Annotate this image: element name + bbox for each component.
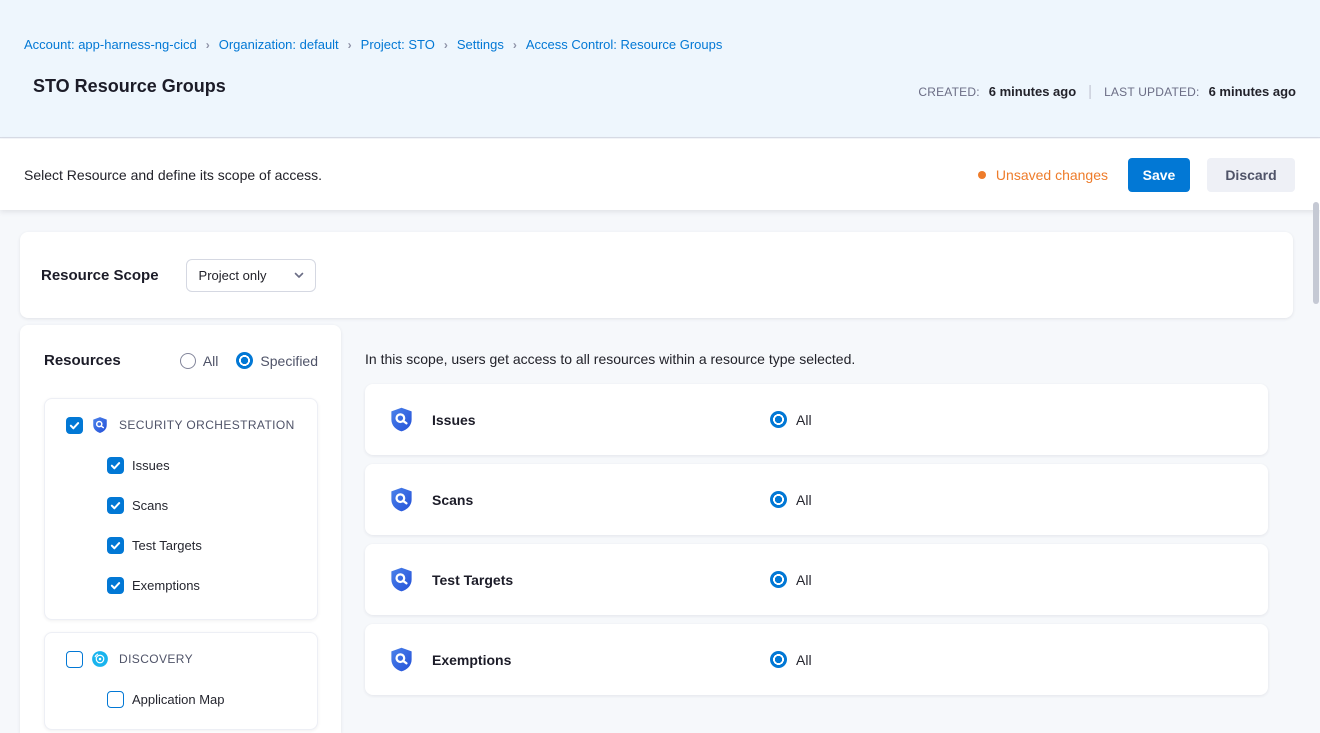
resource-group-security-orchestration: SECURITY ORCHESTRATION Issues Scans bbox=[44, 398, 318, 620]
radio-specified[interactable]: Specified bbox=[236, 352, 318, 369]
unsaved-changes-status: Unsaved changes bbox=[978, 167, 1108, 183]
access-radio-all-test-targets[interactable]: All bbox=[770, 571, 812, 588]
tree-item-test-targets[interactable]: Test Targets bbox=[107, 537, 317, 554]
tree-item-label: Issues bbox=[132, 458, 170, 473]
radio-specified-label: Specified bbox=[260, 353, 318, 369]
shield-search-icon bbox=[388, 566, 415, 593]
shield-search-icon bbox=[388, 406, 415, 433]
resources-panel: Resources All Specified bbox=[20, 325, 341, 733]
resource-row-test-targets: Test Targets All bbox=[365, 544, 1268, 615]
resource-row-title: Issues bbox=[432, 412, 476, 428]
checkmark-icon bbox=[110, 580, 121, 591]
radio-checked-icon bbox=[770, 491, 787, 508]
radio-all[interactable]: All bbox=[180, 353, 219, 369]
radio-checked-icon bbox=[236, 352, 253, 369]
radar-circle-icon bbox=[91, 650, 109, 668]
access-radio-all-exemptions[interactable]: All bbox=[770, 651, 812, 668]
checkbox-scans[interactable] bbox=[107, 497, 124, 514]
tree-item-exemptions[interactable]: Exemptions bbox=[107, 577, 317, 594]
tree-item-label: Exemptions bbox=[132, 578, 200, 593]
checkmark-icon bbox=[110, 460, 121, 471]
resource-row-issues: Issues All bbox=[365, 384, 1268, 455]
radio-checked-icon bbox=[770, 651, 787, 668]
checkbox-exemptions[interactable] bbox=[107, 577, 124, 594]
last-updated-label: LAST UPDATED: bbox=[1104, 85, 1200, 99]
checkmark-icon bbox=[110, 500, 121, 511]
toolbar-actions: Unsaved changes Save Discard bbox=[978, 158, 1295, 192]
access-radio-label: All bbox=[796, 412, 812, 428]
resource-row-exemptions: Exemptions All bbox=[365, 624, 1268, 695]
chevron-down-icon bbox=[293, 269, 305, 281]
discard-button[interactable]: Discard bbox=[1207, 158, 1295, 192]
resources-title: Resources bbox=[44, 352, 121, 369]
resource-row-title: Scans bbox=[432, 492, 473, 508]
breadcrumb-separator-icon: › bbox=[513, 38, 517, 52]
page-title: STO Resource Groups bbox=[33, 76, 226, 97]
radio-all-label: All bbox=[203, 353, 219, 369]
resources-panel-header: Resources All Specified bbox=[44, 352, 318, 369]
resource-scope-select[interactable]: Project only bbox=[186, 259, 316, 292]
page-header: Account: app-harness-ng-cicd › Organizat… bbox=[0, 0, 1320, 138]
checkmark-icon bbox=[69, 420, 80, 431]
scope-description-text: In this scope, users get access to all r… bbox=[365, 351, 855, 367]
group-head-discovery[interactable]: DISCOVERY bbox=[66, 650, 317, 668]
breadcrumb-account[interactable]: Account: app-harness-ng-cicd bbox=[24, 37, 197, 52]
checkmark-icon bbox=[110, 540, 121, 551]
radio-checked-icon bbox=[770, 571, 787, 588]
breadcrumb-separator-icon: › bbox=[348, 38, 352, 52]
shield-search-icon bbox=[91, 416, 109, 434]
access-radio-label: All bbox=[796, 652, 812, 668]
tree-item-label: Test Targets bbox=[132, 538, 202, 553]
resource-scope-card: Resource Scope Project only bbox=[20, 232, 1293, 318]
created-updated-meta: CREATED: 6 minutes ago | LAST UPDATED: 6… bbox=[918, 83, 1296, 100]
meta-divider: | bbox=[1085, 83, 1095, 100]
resource-row-scans: Scans All bbox=[365, 464, 1268, 535]
access-radio-all-issues[interactable]: All bbox=[770, 411, 812, 428]
access-radio-label: All bbox=[796, 492, 812, 508]
breadcrumb-organization[interactable]: Organization: default bbox=[219, 37, 339, 52]
group-head-security-orchestration[interactable]: SECURITY ORCHESTRATION bbox=[66, 416, 317, 434]
breadcrumb-separator-icon: › bbox=[206, 38, 210, 52]
resource-row-title: Exemptions bbox=[432, 652, 511, 668]
checkbox-discovery[interactable] bbox=[66, 651, 83, 668]
breadcrumb-settings[interactable]: Settings bbox=[457, 37, 504, 52]
tree-item-scans[interactable]: Scans bbox=[107, 497, 317, 514]
scope-instructions-text: Select Resource and define its scope of … bbox=[24, 167, 322, 183]
tree-item-application-map[interactable]: Application Map bbox=[107, 691, 317, 708]
resource-row-title: Test Targets bbox=[432, 572, 513, 588]
created-label: CREATED: bbox=[918, 85, 979, 99]
group-label: SECURITY ORCHESTRATION bbox=[119, 418, 295, 432]
tree-item-label: Application Map bbox=[132, 692, 225, 707]
checkbox-security-orchestration[interactable] bbox=[66, 417, 83, 434]
created-value: 6 minutes ago bbox=[989, 84, 1076, 99]
tree-item-issues[interactable]: Issues bbox=[107, 457, 317, 474]
save-button[interactable]: Save bbox=[1128, 158, 1190, 192]
unsaved-dot-icon bbox=[978, 171, 986, 179]
resources-mode-radios: All Specified bbox=[180, 352, 318, 369]
radio-checked-icon bbox=[770, 411, 787, 428]
last-updated-value: 6 minutes ago bbox=[1209, 84, 1296, 99]
breadcrumb: Account: app-harness-ng-cicd › Organizat… bbox=[24, 37, 722, 52]
shield-search-icon bbox=[388, 646, 415, 673]
unsaved-changes-label: Unsaved changes bbox=[996, 167, 1108, 183]
breadcrumb-separator-icon: › bbox=[444, 38, 448, 52]
radio-unchecked-icon bbox=[180, 353, 196, 369]
checkbox-issues[interactable] bbox=[107, 457, 124, 474]
resource-scope-selected-value: Project only bbox=[199, 268, 267, 283]
access-radio-all-scans[interactable]: All bbox=[770, 491, 812, 508]
tree-item-label: Scans bbox=[132, 498, 168, 513]
breadcrumb-project[interactable]: Project: STO bbox=[361, 37, 435, 52]
breadcrumb-resource-groups[interactable]: Access Control: Resource Groups bbox=[526, 37, 723, 52]
resource-scope-label: Resource Scope bbox=[41, 267, 159, 284]
resource-group-discovery: DISCOVERY Application Map bbox=[44, 632, 318, 730]
vertical-scrollbar[interactable] bbox=[1313, 202, 1319, 304]
access-radio-label: All bbox=[796, 572, 812, 588]
checkbox-application-map[interactable] bbox=[107, 691, 124, 708]
group-label: DISCOVERY bbox=[119, 652, 193, 666]
shield-search-icon bbox=[388, 486, 415, 513]
checkbox-test-targets[interactable] bbox=[107, 537, 124, 554]
actions-toolbar: Select Resource and define its scope of … bbox=[0, 139, 1320, 210]
